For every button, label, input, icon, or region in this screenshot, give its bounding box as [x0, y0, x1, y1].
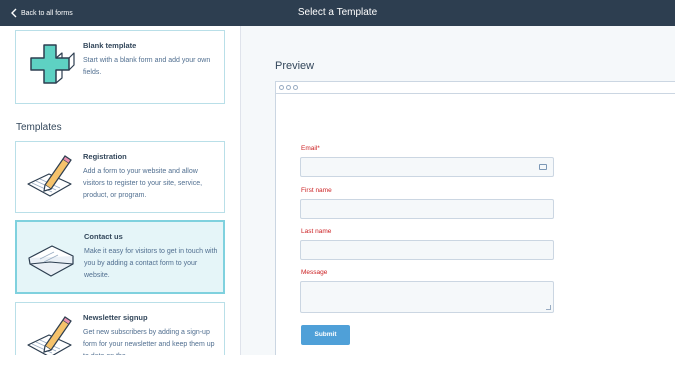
template-card-description: Add a form to your website and allow vis… — [83, 168, 203, 199]
page-title: Select a Template — [297, 7, 378, 18]
window-dot-icon — [293, 85, 298, 90]
template-card-title: Newsletter signup — [83, 313, 148, 322]
template-card-contact-us[interactable]: Contact us Make it easy for visitors to … — [15, 220, 225, 294]
top-bar: Back to all forms Select a Template — [0, 0, 675, 26]
template-list-panel: Blank template Start with a blank form a… — [0, 26, 241, 355]
preview-heading: Preview — [275, 60, 315, 72]
blank-template-description: Start with a blank form and add your own… — [83, 57, 211, 76]
last-name-label: Last name — [301, 228, 332, 235]
preview-panel: Preview Email* First name Last name Mess… — [241, 26, 675, 371]
envelope-icon — [28, 245, 74, 277]
email-field[interactable] — [300, 157, 554, 177]
message-field[interactable] — [300, 281, 554, 313]
template-card-description: Get new subscribers by adding a sign-up … — [83, 329, 215, 355]
template-card-title: Registration — [83, 152, 127, 161]
email-label: Email* — [301, 145, 320, 152]
window-dot-icon — [279, 85, 284, 90]
template-card-registration[interactable]: Registration Add a form to your website … — [15, 141, 225, 213]
first-name-label: First name — [301, 187, 332, 194]
pencil-paper-icon — [27, 155, 72, 197]
blank-template-title: Blank template — [83, 41, 137, 50]
window-dot-icon — [286, 85, 291, 90]
template-card-newsletter-signup[interactable]: Newsletter signup Get new subscribers by… — [15, 302, 225, 355]
submit-button[interactable]: Submit — [301, 325, 350, 345]
pencil-paper-icon — [27, 316, 72, 355]
last-name-field[interactable] — [300, 240, 554, 260]
templates-section-heading: Templates — [16, 122, 62, 133]
medical-cross-icon — [30, 44, 75, 84]
resize-grip-icon[interactable] — [546, 305, 551, 310]
template-card-description: Make it easy for visitors to get in touc… — [84, 248, 218, 279]
bottom-edge — [0, 355, 675, 385]
first-name-field[interactable] — [300, 199, 554, 219]
blank-template-card[interactable]: Blank template Start with a blank form a… — [15, 30, 225, 104]
contact-card-icon — [539, 164, 547, 170]
message-label: Message — [301, 269, 328, 276]
preview-window: Email* First name Last name Message Subm… — [275, 81, 675, 371]
template-card-title: Contact us — [84, 232, 123, 241]
preview-window-bar — [276, 82, 675, 94]
